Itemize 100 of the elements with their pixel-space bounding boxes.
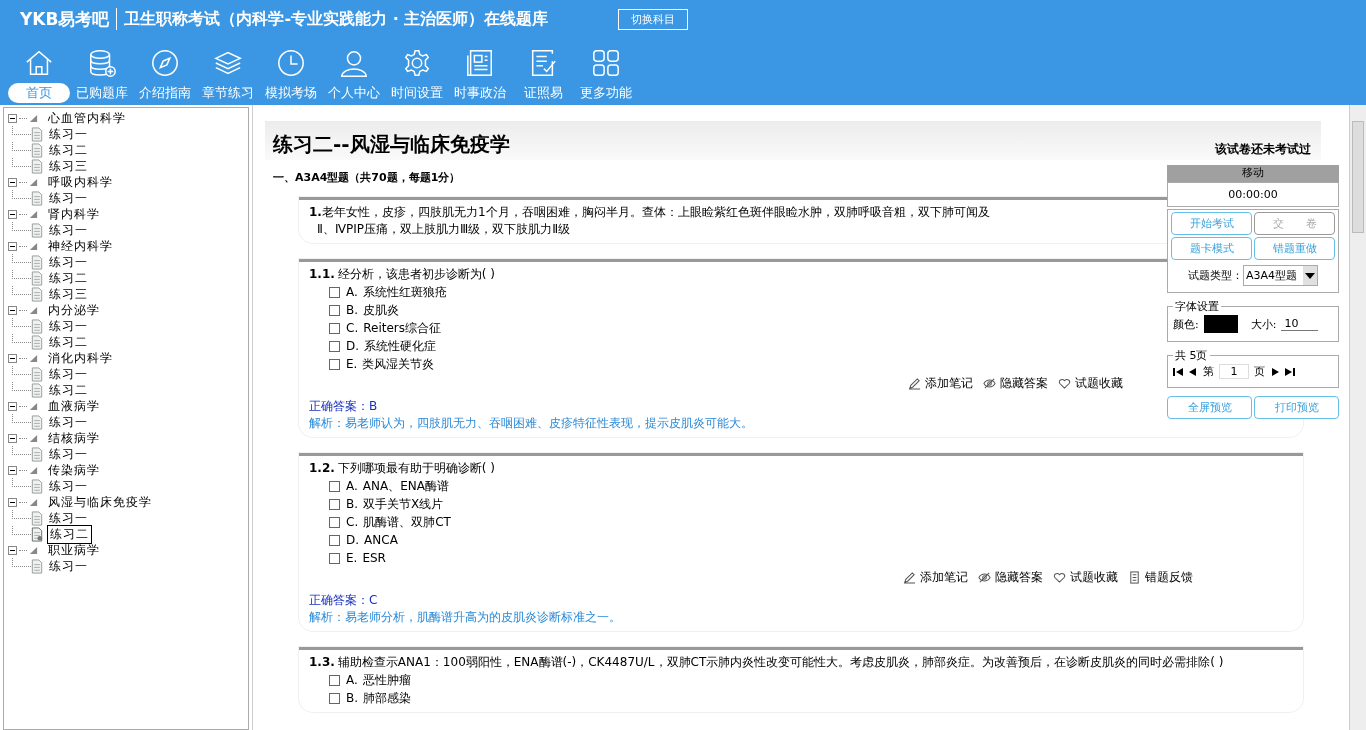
- option-text[interactable]: 恶性肿瘤: [362, 671, 411, 689]
- collapse-icon[interactable]: [8, 177, 17, 187]
- option-text[interactable]: ANCA: [364, 531, 398, 549]
- tree-item[interactable]: 练习一: [47, 477, 90, 495]
- scrollbar[interactable]: [1349, 105, 1366, 730]
- option-text[interactable]: 皮肌炎: [363, 301, 400, 319]
- option-text[interactable]: Reiters综合征: [363, 319, 441, 337]
- collapse-icon[interactable]: [8, 433, 17, 443]
- tree-item[interactable]: 职业病学: [46, 541, 102, 559]
- move-handle[interactable]: 移动: [1167, 165, 1339, 182]
- action-link[interactable]: 隐藏答案: [995, 569, 1043, 586]
- pencil-icon[interactable]: [908, 377, 921, 390]
- tree-item[interactable]: 练习一: [47, 413, 90, 431]
- document-icon: [31, 478, 43, 494]
- checkbox[interactable]: [329, 498, 340, 510]
- checkbox[interactable]: [329, 692, 340, 704]
- collapse-icon[interactable]: [8, 353, 17, 363]
- heart-icon[interactable]: [1058, 377, 1071, 390]
- tree-item[interactable]: 肾内科学: [46, 205, 102, 223]
- checkbox[interactable]: [329, 358, 340, 370]
- report-icon[interactable]: [1128, 571, 1141, 584]
- collapse-icon[interactable]: [8, 113, 17, 123]
- tree-item[interactable]: 消化内科学: [46, 349, 115, 367]
- tree-item[interactable]: 结核病学: [46, 429, 102, 447]
- option-text[interactable]: 双手关节X线片: [363, 495, 444, 513]
- tree-item[interactable]: 练习二: [47, 333, 90, 351]
- tree-item[interactable]: 练习一: [47, 317, 90, 335]
- action-link[interactable]: 试题收藏: [1070, 569, 1118, 586]
- collapse-icon[interactable]: [8, 497, 17, 507]
- tree-item[interactable]: 神经内科学: [46, 237, 115, 255]
- size-field[interactable]: 10: [1281, 317, 1319, 331]
- option-text[interactable]: ANA、ENA酶谱: [362, 477, 449, 495]
- tree-item[interactable]: 练习一: [47, 189, 90, 207]
- person-icon[interactable]: [339, 48, 369, 78]
- collapse-icon[interactable]: [8, 241, 17, 251]
- page-field[interactable]: 1: [1219, 364, 1249, 379]
- tree-item[interactable]: 练习一: [47, 445, 90, 463]
- color-swatch[interactable]: [1203, 315, 1238, 333]
- option-text[interactable]: 系统性红斑狼疮: [362, 283, 447, 301]
- tree-item[interactable]: 练习一: [47, 509, 90, 527]
- heart-icon[interactable]: [1053, 571, 1066, 584]
- tree-item[interactable]: 心血管内科学: [46, 109, 128, 127]
- action-link[interactable]: 试题收藏: [1075, 375, 1123, 392]
- last-page-icon[interactable]: [1285, 367, 1295, 376]
- pencil-icon[interactable]: [903, 571, 916, 584]
- collapse-icon[interactable]: [8, 545, 17, 555]
- collapse-icon[interactable]: [8, 209, 17, 219]
- tree-item[interactable]: 练习二: [47, 141, 90, 159]
- eye-icon[interactable]: [978, 571, 991, 584]
- document-icon: [31, 254, 43, 270]
- question-number: 1.3.: [309, 654, 335, 671]
- action-link[interactable]: 添加笔记: [920, 569, 968, 586]
- tree-item[interactable]: 练习三: [47, 285, 90, 303]
- tree-item[interactable]: 练习二: [47, 269, 90, 287]
- checkbox[interactable]: [329, 286, 340, 298]
- option-text[interactable]: 肺部感染: [363, 689, 412, 707]
- tree-item[interactable]: 练习一: [47, 125, 90, 143]
- checkbox[interactable]: [329, 552, 340, 564]
- first-page-icon[interactable]: [1173, 367, 1183, 376]
- collapse-icon[interactable]: [8, 305, 17, 315]
- size-label: 大小:: [1250, 316, 1277, 332]
- tree-item[interactable]: 练习一: [47, 253, 90, 271]
- action-link[interactable]: 添加笔记: [925, 375, 973, 392]
- next-page-icon[interactable]: [1270, 367, 1280, 376]
- tree-item[interactable]: 练习一: [47, 557, 90, 575]
- action-link[interactable]: 错题反馈: [1145, 569, 1193, 586]
- tree-item[interactable]: 呼吸内科学: [46, 173, 115, 191]
- previous-page-icon[interactable]: [1188, 367, 1198, 376]
- option-text[interactable]: 类风湿关节炎: [362, 355, 435, 373]
- tree-item[interactable]: 内分泌学: [46, 301, 102, 319]
- home-icon[interactable]: [24, 48, 54, 78]
- option-text[interactable]: ESR: [362, 549, 386, 567]
- eye-icon[interactable]: [983, 377, 996, 390]
- gear-icon[interactable]: [402, 48, 432, 78]
- checkbox[interactable]: [329, 516, 340, 528]
- collapse-icon[interactable]: [8, 465, 17, 475]
- checkbox[interactable]: [329, 304, 340, 316]
- news-icon[interactable]: [465, 48, 495, 78]
- checkbox[interactable]: [329, 340, 340, 352]
- database-icon[interactable]: [87, 48, 117, 78]
- tree-item[interactable]: 练习一: [47, 221, 90, 239]
- tree-item[interactable]: 风湿与临床免疫学: [46, 493, 154, 511]
- checkbox[interactable]: [329, 322, 340, 334]
- tree-item[interactable]: 练习二: [47, 524, 92, 544]
- tree-item[interactable]: 血液病学: [46, 397, 102, 415]
- compass-icon[interactable]: [150, 48, 180, 78]
- option-text[interactable]: 系统性硬化症: [364, 337, 437, 355]
- type-dropdown[interactable]: A3A4型题: [1242, 265, 1318, 286]
- tree-item[interactable]: 练习二: [47, 381, 90, 399]
- tree-item[interactable]: 传染病学: [46, 461, 102, 479]
- grid-icon[interactable]: [591, 48, 621, 78]
- collapse-icon[interactable]: [8, 401, 17, 411]
- tree-item[interactable]: 练习三: [47, 157, 90, 175]
- option-text[interactable]: 肌酶谱、双肺CT: [363, 513, 451, 531]
- checkbox[interactable]: [329, 480, 340, 492]
- checkbox[interactable]: [329, 534, 340, 546]
- action-link[interactable]: 隐藏答案: [1000, 375, 1048, 392]
- tree-item[interactable]: 练习一: [47, 365, 90, 383]
- checkbox[interactable]: [329, 674, 340, 686]
- clock-icon[interactable]: [276, 48, 306, 78]
